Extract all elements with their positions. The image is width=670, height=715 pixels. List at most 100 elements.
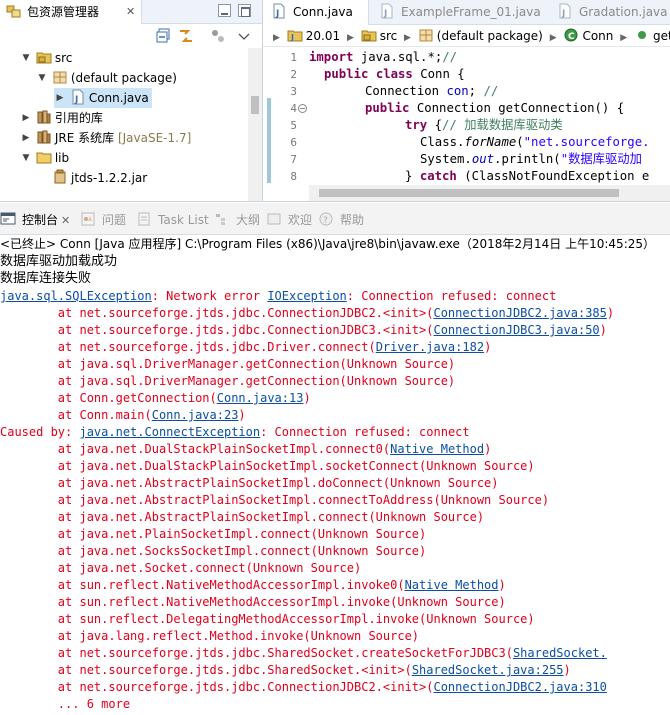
change-marker — [267, 115, 271, 132]
line-number: 5 — [290, 119, 297, 132]
stack-trace-line: at sun.reflect.NativeMethodAccessorImpl.… — [0, 578, 506, 592]
tree-item-jre-system-library[interactable]: ▶ JRE 系统库 [JavaSE-1.7] — [20, 128, 191, 148]
tab-console[interactable]: 控制台 ✕ — [0, 210, 70, 230]
stack-trace-line: at java.net.DualStackPlainSocketImpl.con… — [0, 442, 492, 456]
stack-trace-line: at java.lang.reflect.Method.invoke(Unkno… — [0, 629, 420, 643]
stack-trace-link[interactable]: ConnectionJDBC2.java:385 — [433, 306, 606, 320]
package-explorer-icon — [6, 3, 22, 19]
collapsed-chevron-icon[interactable]: ▶ — [20, 128, 32, 148]
stack-trace-line: at net.sourceforge.jtds.jdbc.ConnectionJ… — [0, 680, 607, 694]
code-area[interactable]: import java.sql.*;// public class Conn {… — [309, 47, 670, 185]
editor-tab-exampleframe[interactable]: J ExampleFrame_01.java — [371, 0, 541, 25]
expanded-chevron-icon[interactable]: ▼ — [20, 48, 32, 68]
stack-trace-link[interactable]: Conn.java:13 — [217, 391, 304, 405]
collapsed-chevron-icon[interactable]: ▶ — [54, 88, 66, 108]
code-line-8: } catch (ClassNotFoundException e — [405, 169, 650, 183]
tree-item-conn-java[interactable]: ▶ J Conn.java — [54, 88, 152, 108]
stack-trace-link[interactable]: Native Method — [405, 578, 499, 592]
tree-item-label: Conn.java — [88, 91, 149, 105]
stack-trace-link[interactable]: ConnectionJDBC3.java:50 — [433, 323, 599, 337]
stack-trace-link[interactable]: SharedSocket. — [513, 646, 607, 660]
stack-trace-line: at java.net.Socket.connect(Unknown Sourc… — [0, 561, 362, 575]
svg-text:C: C — [568, 32, 575, 42]
code-line-3: Connection con; // — [365, 84, 499, 98]
stack-trace-line: at java.sql.DriverManager.getConnection(… — [0, 374, 456, 388]
stack-trace-line: at sun.reflect.NativeMethodAccessorImpl.… — [0, 595, 506, 609]
collapsed-chevron-icon[interactable]: ▶ — [20, 108, 32, 128]
code-line-2: public class Conn { — [324, 67, 465, 81]
console-header: <已终止> Conn [Java 应用程序] C:\Program Files … — [0, 237, 656, 251]
tree-item-src[interactable]: ▼ src — [20, 48, 73, 68]
package-icon — [52, 69, 68, 85]
package-explorer-scrollbar[interactable] — [248, 48, 262, 201]
maximize-view-button[interactable] — [238, 4, 251, 17]
stack-trace-link[interactable]: Driver.java:182 — [376, 340, 484, 354]
stack-trace-line: ... 6 more — [0, 697, 131, 711]
stack-trace-line: at net.sourceforge.jtds.jdbc.SharedSocke… — [0, 646, 607, 660]
library-icon — [36, 109, 52, 125]
tree-item-jtds-jar[interactable]: jtds-1.2.2.jar — [52, 168, 147, 188]
tab-welcome[interactable]: 欢迎 — [266, 210, 312, 230]
breadcrumb-item-src[interactable]: src — [380, 29, 398, 43]
line-number: 1 — [290, 51, 297, 64]
tab-outline[interactable]: 大纲 — [214, 210, 260, 230]
tree-item-label: lib — [54, 151, 70, 165]
breadcrumb-item-package[interactable]: (default package) — [437, 29, 543, 43]
focus-icon[interactable] — [210, 28, 226, 44]
line-number: 3 — [290, 85, 297, 98]
link-with-editor-icon[interactable] — [178, 28, 194, 44]
minimize-view-button[interactable] — [218, 4, 231, 17]
stack-trace-line: at sun.reflect.DelegatingMethodAccessorI… — [0, 612, 535, 626]
scrollbar-thumb[interactable] — [251, 96, 259, 114]
stack-trace-link[interactable]: IOException — [267, 289, 346, 303]
package-explorer-tab[interactable]: 包资源管理器 ✕ — [0, 0, 142, 24]
java-file-icon: J — [557, 3, 573, 19]
change-marker — [267, 149, 271, 166]
stack-trace-link[interactable]: java.sql.SQLException — [0, 289, 152, 303]
collapse-all-icon[interactable] — [156, 28, 172, 44]
tab-label: 大纲 — [236, 213, 261, 227]
editor-tab-gradation[interactable]: J Gradation.java — [549, 0, 668, 25]
breadcrumb-item-project[interactable]: 20.01 — [306, 29, 340, 43]
stack-trace-link[interactable]: SharedSocket.java:255 — [412, 663, 564, 677]
java-editor: J Conn.java J ExampleFrame_01.java J Gra… — [263, 0, 670, 202]
tree-item-lib[interactable]: ▼ lib — [20, 148, 70, 168]
stack-trace-line: java.sql.SQLException: Network error IOE… — [0, 289, 557, 303]
code-line-5: try {// 加载数据库驱动类 — [405, 118, 563, 132]
tab-task-list[interactable]: Task List — [136, 210, 209, 230]
project-icon: J — [287, 27, 303, 43]
breadcrumb-item-class[interactable]: Conn — [582, 29, 613, 43]
tab-problems[interactable]: 问题 — [80, 210, 126, 230]
scrollbar-thumb[interactable] — [319, 189, 619, 197]
tab-label: Task List — [158, 213, 209, 227]
stack-trace-link[interactable]: Native Method — [390, 442, 484, 456]
change-marker — [267, 98, 271, 115]
close-icon[interactable]: ✕ — [61, 214, 70, 227]
tree-item-label: (default package) — [70, 71, 177, 85]
stack-trace-link[interactable]: ConnectionJDBC2.java:310 — [433, 680, 606, 694]
tree-item-default-package[interactable]: ▼ (default package) — [36, 68, 177, 88]
editor-tab-conn-java[interactable]: J Conn.java — [263, 0, 369, 25]
tree-item-label: src — [54, 51, 73, 65]
console-tabbar: 控制台 ✕ 问题 Task List 大纲 欢迎 ? 帮助 — [0, 203, 670, 235]
breadcrumb-item-method[interactable]: get — [653, 29, 670, 43]
view-menu-icon[interactable] — [236, 28, 252, 44]
stack-trace-line: Caused by: java.net.ConnectException: Co… — [0, 425, 470, 439]
stack-trace-line: at Conn.main(Conn.java:23) — [0, 408, 246, 422]
fold-collapse-icon[interactable]: − — [298, 104, 307, 113]
stack-trace-link[interactable]: Conn.java:23 — [152, 408, 239, 422]
tree-item-referenced-libraries[interactable]: ▶ 引用的库 — [20, 108, 103, 128]
chevron-right-icon: ▶ — [273, 33, 280, 43]
editor-horizontal-scrollbar[interactable] — [309, 185, 670, 201]
source-folder-icon — [36, 49, 52, 65]
expanded-chevron-icon[interactable]: ▼ — [20, 148, 32, 168]
stack-trace-line: at java.net.DualStackPlainSocketImpl.soc… — [0, 459, 535, 473]
stack-trace-line: at net.sourceforge.jtds.jdbc.SharedSocke… — [0, 663, 571, 677]
expanded-chevron-icon[interactable]: ▼ — [36, 68, 48, 88]
package-tree: ▼ src ▼ (default package) ▶ J Conn.java … — [0, 48, 248, 201]
welcome-icon — [266, 211, 282, 227]
outline-icon — [214, 211, 230, 227]
stack-trace-link[interactable]: java.net.ConnectException — [79, 425, 260, 439]
tab-help[interactable]: ? 帮助 — [318, 210, 364, 230]
close-icon[interactable]: ✕ — [126, 0, 135, 24]
